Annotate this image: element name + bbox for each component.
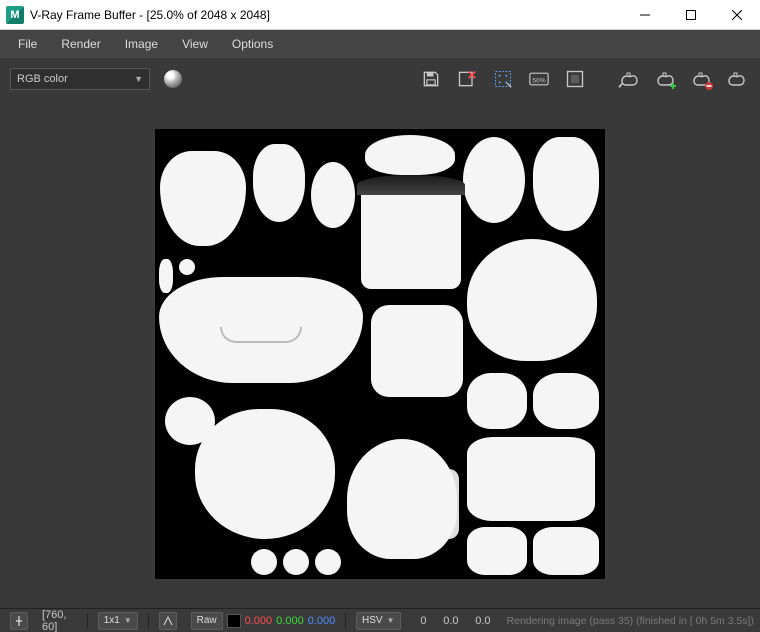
toolbar: RGB color ▼ 50%	[0, 58, 760, 100]
pixel-zoom-dropdown[interactable]: 1x1 ▼	[98, 612, 138, 630]
menu-view[interactable]: View	[172, 33, 218, 55]
chevron-down-icon: ▼	[387, 616, 395, 625]
window-close-button[interactable]	[714, 0, 760, 30]
region-render-button[interactable]	[490, 66, 516, 92]
status-bar: [760, 60] 1x1 ▼ Raw 0.000 0.000 0.000 HS…	[0, 608, 760, 632]
channel-selector-label: RGB color	[17, 73, 68, 85]
chevron-down-icon: ▼	[134, 74, 143, 84]
render-remove-button[interactable]	[688, 66, 714, 92]
status-message: Rendering image (pass 35) (finished in […	[507, 615, 754, 627]
menu-render[interactable]: Render	[51, 33, 110, 55]
render-last-button[interactable]	[616, 66, 642, 92]
blue-value: 0.000	[308, 615, 336, 627]
pin-button[interactable]	[10, 612, 28, 630]
window-minimize-button[interactable]	[622, 0, 668, 30]
delete-saved-image-button[interactable]	[454, 66, 480, 92]
render-output-image	[155, 129, 605, 579]
window-maximize-button[interactable]	[668, 0, 714, 30]
value-value: 0.0	[463, 615, 491, 627]
menu-file[interactable]: File	[8, 33, 47, 55]
menu-image[interactable]: Image	[115, 33, 168, 55]
color-sphere-button[interactable]	[160, 66, 186, 92]
raw-toggle-button[interactable]: Raw	[191, 612, 223, 630]
window-titlebar: V-Ray Frame Buffer - [25.0% of 2048 x 20…	[0, 0, 760, 30]
picked-color-swatch	[227, 614, 241, 628]
eyedropper-arrow-button[interactable]	[159, 612, 177, 630]
color-mode-label: HSV	[362, 615, 383, 626]
cursor-coords: [760, 60]	[38, 610, 81, 632]
color-mode-dropdown[interactable]: HSV ▼	[356, 612, 400, 630]
svg-text:50%: 50%	[532, 77, 545, 84]
hue-value: 0	[405, 615, 427, 627]
pixel-zoom-label: 1x1	[104, 615, 120, 626]
fit-window-button[interactable]	[562, 66, 588, 92]
saturation-value: 0.0	[431, 615, 459, 627]
channel-selector-dropdown[interactable]: RGB color ▼	[10, 68, 150, 90]
app-icon	[6, 6, 24, 24]
menu-options[interactable]: Options	[222, 33, 283, 55]
menu-bar: File Render Image View Options	[0, 30, 760, 58]
render-add-button[interactable]	[652, 66, 678, 92]
window-title: V-Ray Frame Buffer - [25.0% of 2048 x 20…	[30, 8, 270, 22]
render-button[interactable]	[724, 66, 750, 92]
color-sphere-icon	[164, 70, 182, 88]
green-value: 0.000	[276, 615, 304, 627]
chevron-down-icon: ▼	[124, 616, 132, 625]
fifty-percent-button[interactable]: 50%	[526, 66, 552, 92]
raw-label: Raw	[197, 615, 217, 626]
render-viewport[interactable]	[0, 100, 760, 608]
save-image-button[interactable]	[418, 66, 444, 92]
red-value: 0.000	[245, 615, 273, 627]
